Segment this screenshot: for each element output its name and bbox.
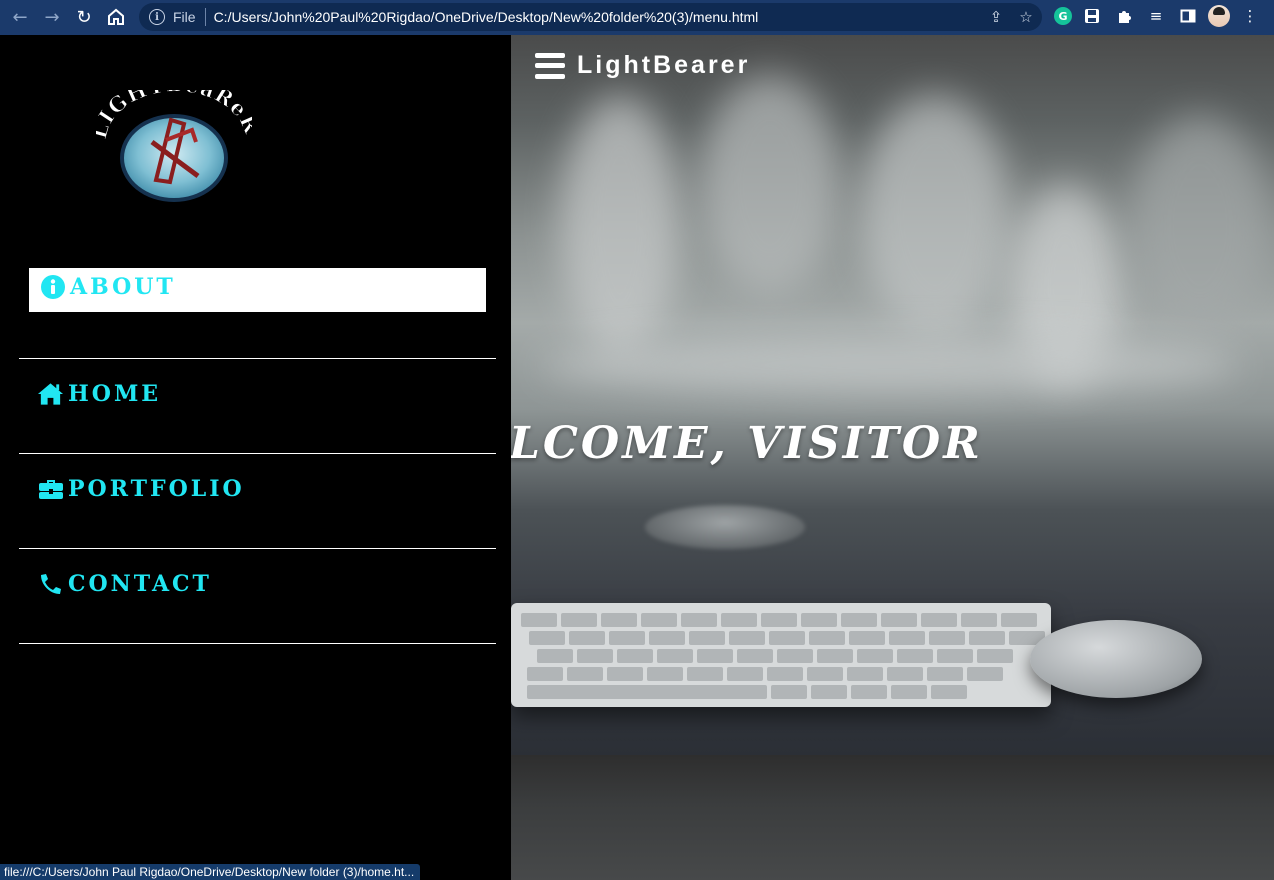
address-bar[interactable]: i File C:/Users/John%20Paul%20Rigdao/One… bbox=[139, 3, 1042, 31]
menu-label-about: ABOUT bbox=[70, 273, 176, 300]
mouse-photo bbox=[1030, 620, 1202, 698]
bookmark-star-icon[interactable]: ☆ bbox=[1016, 7, 1036, 27]
home-browser-icon[interactable] bbox=[100, 1, 132, 33]
url-text[interactable]: C:/Users/John%20Paul%20Rigdao/OneDrive/D… bbox=[214, 9, 759, 25]
omnibox-divider bbox=[204, 8, 206, 26]
save-extension-icon[interactable] bbox=[1080, 4, 1104, 28]
menu-label-home: HOME bbox=[68, 380, 162, 407]
blurred-dish bbox=[645, 505, 805, 549]
side-panel-icon[interactable] bbox=[1176, 4, 1200, 28]
phone-icon bbox=[37, 570, 64, 597]
browser-menu-icon[interactable]: ⋮ bbox=[1238, 4, 1262, 28]
forward-icon[interactable]: → bbox=[36, 1, 68, 33]
back-icon[interactable]: ← bbox=[4, 1, 36, 33]
home-icon bbox=[37, 380, 64, 407]
menu-item-about[interactable]: ABOUT bbox=[19, 264, 496, 359]
lightbearer-logo[interactable]: LIGHTBeaReR bbox=[86, 71, 264, 205]
link-status-bar: file:///C:/Users/John Paul Rigdao/OneDri… bbox=[0, 864, 421, 880]
media-playlist-icon[interactable]: ≡ bbox=[1144, 4, 1168, 28]
menu-item-contact[interactable]: CONTACT bbox=[19, 549, 496, 644]
browser-toolbar: ← → ↻ i File C:/Users/John%20Paul%20Rigd… bbox=[0, 0, 1274, 35]
page-viewport: WELCOME, VISITOR LightBearer GH Re ABOUT… bbox=[0, 35, 1274, 880]
hamburger-menu-icon[interactable] bbox=[535, 52, 565, 79]
extensions-puzzle-icon[interactable] bbox=[1112, 4, 1136, 28]
keyboard-photo bbox=[511, 603, 1051, 707]
side-menu: LIGHTBeaReR ABOUT HOME bbox=[0, 35, 511, 880]
file-scheme-label: File bbox=[173, 9, 196, 25]
briefcase-icon bbox=[37, 475, 64, 502]
site-info-icon[interactable]: i bbox=[149, 9, 165, 25]
reload-icon[interactable]: ↻ bbox=[68, 1, 100, 33]
menu-item-home[interactable]: HOME bbox=[19, 359, 496, 454]
profile-avatar[interactable] bbox=[1208, 5, 1230, 27]
top-bar: LightBearer bbox=[535, 51, 750, 80]
menu-label-portfolio: PORTFOLIO bbox=[68, 475, 245, 502]
menu-label-contact: CONTACT bbox=[68, 570, 212, 597]
brand-title[interactable]: LightBearer bbox=[577, 51, 750, 80]
grammarly-extension-icon[interactable]: G bbox=[1054, 7, 1072, 25]
share-icon[interactable]: ⇪ bbox=[986, 7, 1006, 27]
info-icon bbox=[39, 273, 66, 300]
menu-item-portfolio[interactable]: PORTFOLIO bbox=[19, 454, 496, 549]
